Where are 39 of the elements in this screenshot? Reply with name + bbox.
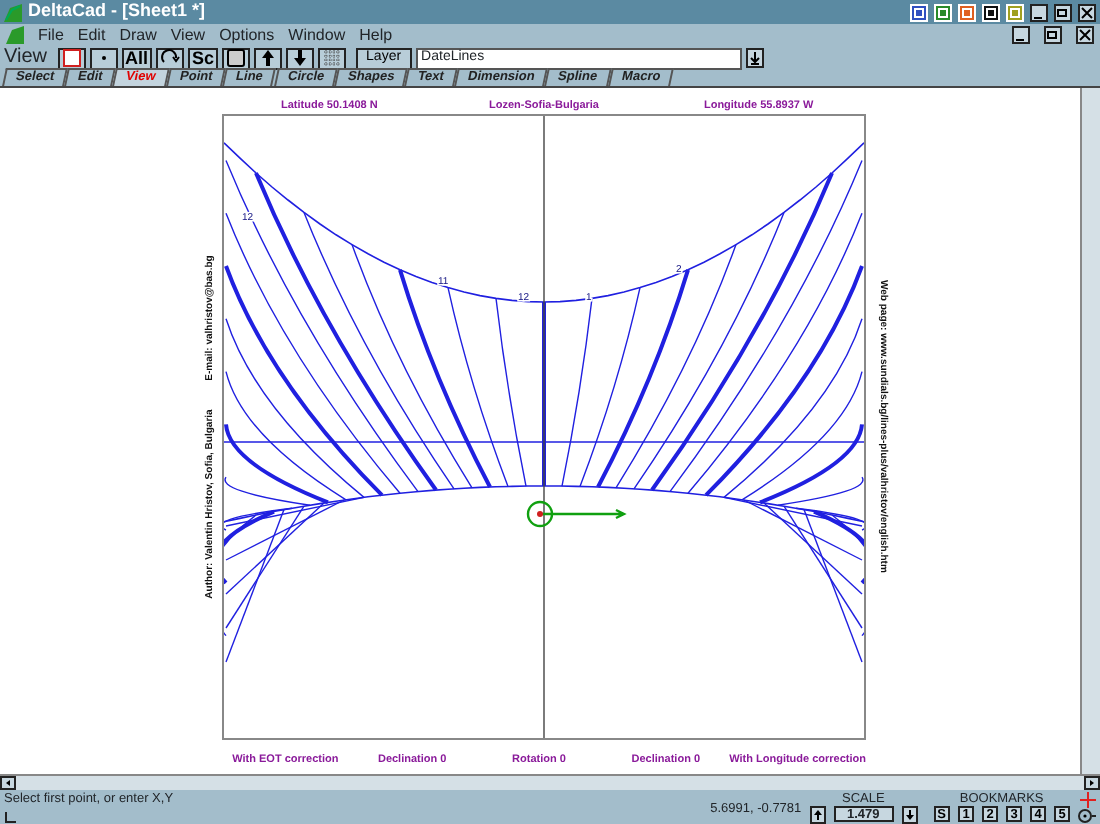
rotate-icon	[160, 48, 181, 68]
zoom-button[interactable]: Sc	[188, 47, 219, 69]
menu-item[interactable]: View	[170, 23, 206, 47]
down-arrow-icon	[290, 48, 311, 68]
menu-item[interactable]: Help	[359, 23, 393, 47]
grid-icon	[322, 48, 343, 68]
crosshair-icon	[1079, 792, 1095, 808]
app-logo-icon	[4, 3, 22, 21]
scroll-right-icon[interactable]	[1084, 776, 1100, 790]
close-icon[interactable]	[1078, 3, 1096, 21]
toolbar-button[interactable]	[89, 47, 117, 69]
toolbar-button[interactable]	[318, 47, 347, 69]
toolbar-button[interactable]	[57, 47, 85, 69]
menu-item[interactable]: File	[38, 23, 64, 47]
snap-icon[interactable]	[1078, 808, 1096, 824]
toolbar-label: View	[4, 48, 47, 68]
toolbar-button[interactable]	[254, 47, 283, 69]
scale-down-icon[interactable]	[901, 806, 918, 824]
up-arrow-icon	[258, 48, 279, 68]
window-icon	[61, 48, 81, 68]
vertical-scrollbar[interactable]	[1080, 88, 1100, 774]
close-icon[interactable]	[1076, 26, 1094, 44]
toolbar-button[interactable]	[286, 47, 315, 69]
scale-up-icon[interactable]	[809, 806, 826, 824]
dropdown-arrow-icon[interactable]	[745, 48, 764, 68]
scroll-left-icon[interactable]	[0, 776, 16, 790]
window-title: DeltaCad - [Sheet1 *]	[28, 0, 206, 25]
menu-item[interactable]: Window	[288, 23, 346, 47]
minimize-icon[interactable]	[1030, 3, 1048, 21]
frame-icon	[226, 48, 247, 68]
toolbar-button[interactable]	[222, 47, 251, 69]
menu-item[interactable]: Options	[219, 23, 275, 47]
menu-item[interactable]: Draw	[119, 23, 157, 47]
zoom-button[interactable]: All	[121, 47, 153, 69]
minimize-icon[interactable]	[1012, 26, 1030, 44]
axis-icon	[4, 812, 16, 824]
horizontal-scrollbar[interactable]	[0, 774, 1100, 790]
menu-item[interactable]: Edit	[77, 23, 106, 47]
toolbar-button[interactable]	[156, 47, 185, 69]
